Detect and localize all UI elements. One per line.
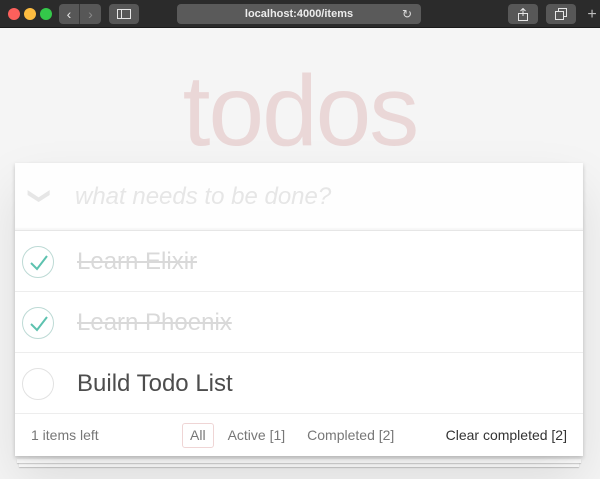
todo-checkbox[interactable] (22, 307, 54, 339)
page-content: todos ❯ Learn Elixir (0, 29, 600, 479)
new-tab-button[interactable]: + (584, 6, 600, 24)
new-todo-input[interactable] (75, 177, 565, 217)
todo-label[interactable]: Build Todo List (77, 353, 233, 414)
checkmark-icon (30, 255, 48, 271)
todo-app: ❯ Learn Elixir Learn Phoenix (15, 163, 583, 456)
tabs-icon (555, 8, 567, 20)
filter-all[interactable]: All (182, 423, 214, 448)
sidebar-icon (117, 9, 131, 19)
stack-shadow (19, 463, 579, 467)
back-button[interactable]: ‹ (59, 4, 80, 24)
todo-footer: 1 items left All Active [1] Completed [2… (15, 414, 583, 456)
todo-item[interactable]: Learn Phoenix (15, 292, 583, 353)
filter-active[interactable]: Active [1] (220, 423, 294, 448)
navigation-buttons: ‹ › (59, 4, 101, 24)
checkmark-icon (30, 316, 48, 332)
forward-button[interactable]: › (80, 4, 101, 24)
sidebar-toggle-button[interactable] (109, 4, 139, 24)
toggle-all-icon[interactable]: ❯ (27, 183, 53, 209)
items-left-count: 1 items left (31, 427, 99, 443)
minimize-window-button[interactable] (24, 8, 36, 20)
todo-item[interactable]: Learn Elixir (15, 231, 583, 292)
filter-tabs: All Active [1] Completed [2] (182, 423, 408, 448)
reload-icon[interactable]: ↻ (402, 4, 416, 24)
share-icon (518, 8, 528, 21)
share-button[interactable] (508, 4, 538, 24)
show-tabs-button[interactable] (546, 4, 576, 24)
todo-checkbox[interactable] (22, 368, 54, 400)
todo-item[interactable]: Build Todo List (15, 353, 583, 414)
todo-label[interactable]: Learn Phoenix (77, 292, 232, 353)
new-todo-row: ❯ (15, 163, 583, 231)
todo-list: Learn Elixir Learn Phoenix Build Todo Li… (15, 231, 583, 414)
address-bar[interactable]: localhost:4000/items (177, 4, 421, 24)
todo-checkbox[interactable] (22, 246, 54, 278)
browser-toolbar: ‹ › localhost:4000/items ↻ + (0, 0, 600, 28)
app-title: todos (182, 55, 420, 167)
close-window-button[interactable] (8, 8, 20, 20)
filter-completed[interactable]: Completed [2] (299, 423, 402, 448)
stack-shadow (17, 459, 581, 463)
zoom-window-button[interactable] (40, 8, 52, 20)
todo-label[interactable]: Learn Elixir (77, 231, 197, 292)
clear-completed-button[interactable]: Clear completed [2] (446, 414, 567, 456)
